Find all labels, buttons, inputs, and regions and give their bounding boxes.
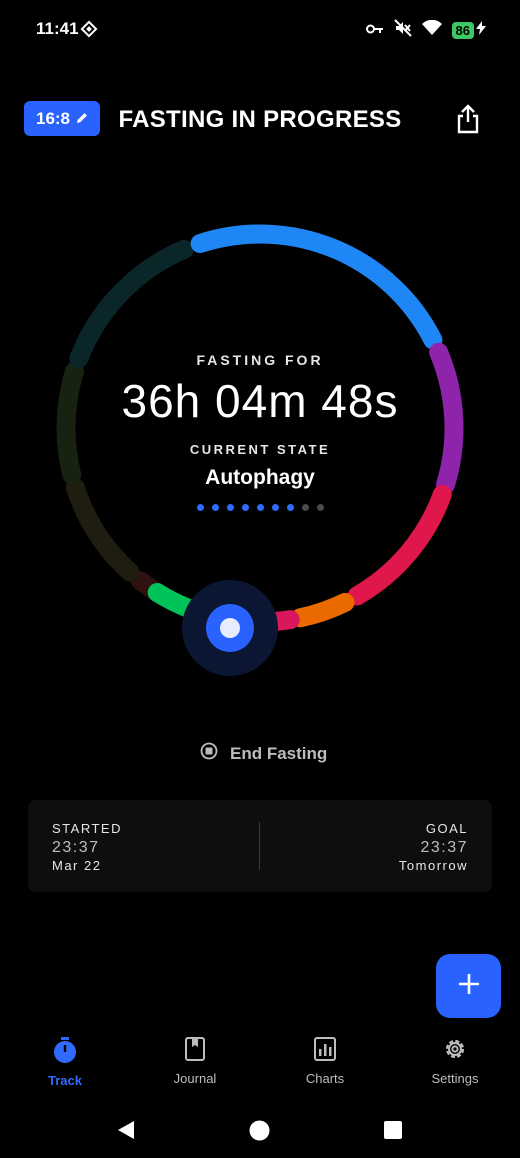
fasting-times-card: STARTED 23:37 Mar 22 GOAL 23:37 Tomorrow (28, 800, 492, 892)
current-state-value: Autophagy (205, 466, 315, 489)
nav-charts[interactable]: Charts (260, 1036, 390, 1086)
gear-icon (442, 1039, 468, 1066)
stopwatch-icon (52, 1037, 78, 1068)
stage-indicator (0, 504, 520, 511)
timer-panel: FASTING FOR 36h 04m 48s CURRENT STATE Au… (0, 352, 520, 511)
nav-journal-label: Journal (173, 1071, 217, 1086)
nav-track-label: Track (48, 1073, 82, 1088)
stage-dot (271, 504, 279, 511)
wifi-icon (421, 19, 442, 41)
page-title: FASTING IN PROGRESS (118, 106, 402, 133)
elapsed-time: 36h 04m 48s (121, 375, 399, 427)
stage-dot (226, 504, 234, 511)
stage-dot (241, 504, 249, 511)
location-diamond-icon (80, 20, 98, 43)
end-fasting-label: End Fasting (230, 743, 328, 763)
back-triangle-icon[interactable] (116, 1120, 136, 1145)
fasting-for-label: FASTING FOR (196, 352, 324, 368)
add-entry-button[interactable] (436, 954, 501, 1018)
bottom-navigation: Track Journal Charts Settings (0, 1036, 520, 1106)
recents-square-icon[interactable] (384, 1121, 402, 1144)
goal-label: GOAL (425, 821, 468, 836)
mute-icon (393, 19, 412, 42)
started-column[interactable]: STARTED 23:37 Mar 22 (52, 820, 122, 876)
current-state-label: CURRENT STATE (189, 442, 331, 457)
status-bar: 11:41 86 (0, 0, 520, 60)
card-divider (259, 822, 260, 870)
plus-icon (458, 973, 480, 1000)
goal-date: Tomorrow (398, 858, 468, 873)
stage-dot (196, 504, 204, 511)
nav-settings[interactable]: Settings (390, 1036, 520, 1086)
goal-column[interactable]: GOAL 23:37 Tomorrow (399, 820, 468, 876)
vpn-key-icon (365, 22, 384, 40)
charging-bolt-icon (476, 21, 486, 40)
nav-charts-label: Charts (305, 1071, 345, 1086)
home-circle-icon[interactable] (249, 1120, 270, 1146)
started-time: 23:37 (52, 838, 100, 856)
nav-journal[interactable]: Journal (130, 1036, 260, 1086)
stage-dot (301, 504, 309, 511)
started-date: Mar 22 (52, 858, 102, 873)
progress-knob-center (220, 618, 240, 638)
stage-dot (316, 504, 324, 511)
stop-icon (200, 742, 218, 765)
ring-segment (290, 592, 355, 628)
ring-segment (190, 224, 443, 350)
stage-dot (211, 504, 219, 511)
battery-level: 86 (451, 22, 474, 39)
stage-dot (286, 504, 294, 511)
nav-track[interactable]: Track (0, 1036, 130, 1088)
bar-chart-icon (313, 1037, 337, 1066)
journal-book-icon (184, 1037, 206, 1066)
end-fasting-button[interactable]: End Fasting (200, 742, 327, 765)
header: 16:8 FASTING IN PROGRESS (0, 100, 520, 140)
ring-segment (69, 239, 194, 368)
nav-settings-label: Settings (431, 1071, 479, 1086)
ring-segment (147, 583, 197, 618)
system-navigation-bar (0, 1110, 520, 1150)
goal-time: 23:37 (420, 838, 468, 856)
started-label: STARTED (52, 821, 122, 836)
share-icon[interactable] (455, 104, 481, 139)
status-time: 11:41 (36, 19, 79, 38)
stage-dot (256, 504, 264, 511)
